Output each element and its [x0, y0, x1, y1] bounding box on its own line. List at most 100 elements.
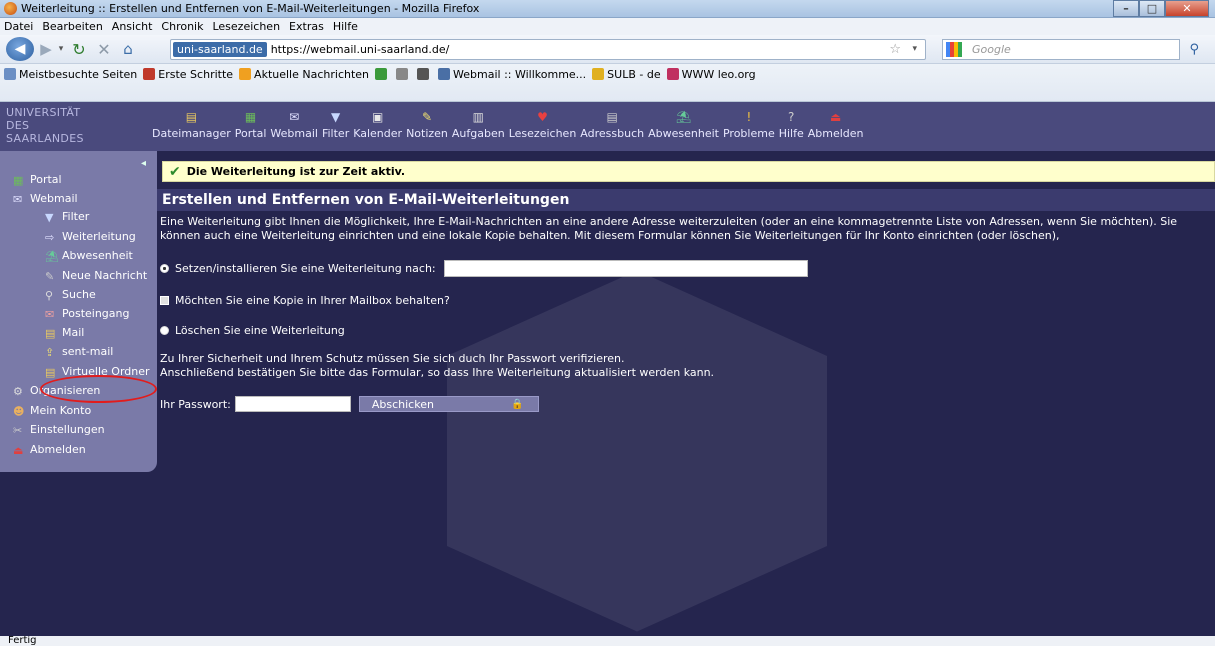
toolbar-lesezeichen[interactable]: ♥ Lesezeichen	[509, 109, 577, 140]
minimize-button[interactable]: –	[1113, 0, 1139, 17]
menu-chronik[interactable]: Chronik	[161, 20, 203, 33]
reload-icon[interactable]: ↻	[66, 40, 92, 59]
portal-icon: ▦	[244, 110, 257, 124]
toolbar-label: Kalender	[353, 127, 403, 140]
bookmark-item[interactable]: WWW leo.org	[666, 68, 756, 81]
submit-label: Abschicken	[371, 397, 434, 411]
university-seal-watermark	[447, 270, 827, 632]
university-logo[interactable]: UNIVERSITÄT DES SAARLANDES	[6, 106, 84, 145]
bookmark-item[interactable]	[417, 68, 432, 80]
status-bar: Fertig	[0, 636, 1215, 646]
forward-address-input[interactable]	[443, 260, 808, 277]
webmail-header: UNIVERSITÄT DES SAARLANDES ▤ Dateimanager…	[0, 102, 1215, 151]
bookmark-item[interactable]	[375, 68, 390, 80]
sidebar-item-abmelden[interactable]: ⏏ Abmelden	[13, 441, 86, 458]
history-dropdown-icon[interactable]: ▾	[56, 44, 66, 54]
security-note: Zu Ihrer Sicherheit und Ihrem Schutz müs…	[160, 352, 714, 380]
toolbar-portal[interactable]: ▦ Portal	[235, 109, 267, 140]
bookmark-item[interactable]: SULB - de	[592, 68, 661, 81]
sidebar-item-label: Abmelden	[30, 443, 86, 456]
toolbar-dateimanager[interactable]: ▤ Dateimanager	[152, 109, 231, 140]
sidebar-item-einstellungen[interactable]: ✂ Einstellungen	[13, 421, 105, 438]
toolbar-label: Abwesenheit	[648, 127, 719, 140]
sidebar-item-label: Posteingang	[62, 307, 130, 320]
google-icon[interactable]	[946, 41, 962, 57]
sidebar-item-sent-mail[interactable]: ⇪ sent-mail	[45, 343, 113, 360]
sidebar-item-label: Filter	[62, 210, 90, 223]
toolbar-label: Hilfe	[778, 127, 804, 140]
bookmark-label: Webmail :: Willkomme...	[453, 67, 587, 81]
menu-lesezeichen[interactable]: Lesezeichen	[212, 20, 280, 33]
menu-hilfe[interactable]: Hilfe	[333, 20, 358, 33]
delete-forward-radio[interactable]	[160, 326, 169, 335]
search-icon[interactable]: ⚲	[1189, 42, 1199, 57]
bookmark-item[interactable]: Meistbesuchte Seiten	[4, 68, 137, 81]
back-button[interactable]: ◀	[6, 37, 34, 61]
submit-button[interactable]: Abschicken 🔒	[358, 396, 539, 412]
delete-forward-label: Löschen Sie eine Weiterleitung	[175, 324, 345, 337]
toolbar-filter[interactable]: ▼ Filter	[322, 109, 349, 140]
password-row: Ihr Passwort: Abschicken 🔒	[160, 396, 539, 412]
forward-button[interactable]: ▶	[36, 40, 56, 58]
sidebar-item-mein-konto[interactable]: ☻ Mein Konto	[13, 402, 91, 419]
toolbar-kalender[interactable]: ▣ Kalender	[353, 109, 402, 140]
bookmark-icon	[239, 68, 252, 80]
app-toolbar: ▤ Dateimanager ▦ Portal ✉ Webmail ▼ Filter ▣ Kale…	[150, 109, 866, 140]
toolbar-notizen[interactable]: ✎ Notizen	[406, 109, 448, 140]
toolbar-abwesenheit[interactable]: ⛱ Abwesenheit	[648, 109, 719, 140]
browser-window: Weiterleitung :: Erstellen und Entfernen…	[0, 0, 1215, 646]
sidebar-item-suche[interactable]: ⚲ Suche	[45, 286, 96, 303]
sidebar-item-filter[interactable]: ▼ Filter	[45, 208, 89, 225]
bookmark-item[interactable]: Webmail :: Willkomme...	[438, 68, 586, 81]
bookmark-icon	[143, 68, 156, 80]
stop-icon[interactable]: ✕	[92, 40, 116, 59]
collapse-sidebar-icon[interactable]: ◂	[141, 158, 146, 169]
keep-copy-checkbox[interactable]	[160, 296, 169, 305]
bookmark-star-icon[interactable]: ☆	[889, 42, 901, 57]
menu-ansicht[interactable]: Ansicht	[112, 20, 153, 33]
menu-datei[interactable]: Datei	[4, 20, 33, 33]
bookmark-item[interactable]: Erste Schritte	[143, 68, 233, 81]
bookmark-icon	[375, 68, 388, 80]
menu-extras[interactable]: Extras	[289, 20, 324, 33]
sidebar-item-label: Einstellungen	[30, 423, 105, 436]
sidebar-item-webmail[interactable]: ✉ Webmail	[13, 190, 78, 207]
close-button[interactable]: ✕	[1165, 0, 1209, 17]
site-identity-badge[interactable]: uni-saarland.de	[173, 41, 267, 57]
toolbar-abmelden[interactable]: ⏏ Abmelden	[808, 109, 864, 140]
toolbar-webmail[interactable]: ✉ Webmail	[270, 109, 318, 140]
toolbar-label: Adressbuch	[580, 127, 645, 140]
portal-icon: ▦	[13, 173, 24, 187]
toolbar-hilfe[interactable]: ? Hilfe	[779, 109, 804, 140]
url-bar[interactable]: uni-saarland.de https://webmail.uni-saar…	[170, 38, 926, 60]
checkmark-icon: ✔	[169, 163, 181, 180]
window-controls: – □ ✕	[1113, 0, 1209, 17]
menu-bearbeiten[interactable]: Bearbeiten	[42, 20, 102, 33]
bookmark-item[interactable]: Aktuelle Nachrichten	[239, 68, 369, 81]
toolbar-probleme[interactable]: ! Probleme	[723, 109, 775, 140]
filter-icon: ▼	[330, 110, 341, 124]
password-input[interactable]	[234, 396, 351, 412]
sidebar-item-posteingang[interactable]: ✉ Posteingang	[45, 305, 130, 322]
sidebar-item-portal[interactable]: ▦ Portal	[13, 171, 62, 188]
sidebar-item-mail[interactable]: ▤ Mail	[45, 324, 84, 341]
toolbar-adressbuch[interactable]: ▤ Adressbuch	[580, 109, 644, 140]
sidebar-item-neue-nachricht[interactable]: ✎ Neue Nachricht	[45, 267, 147, 284]
bookmark-item[interactable]	[396, 68, 411, 80]
home-icon[interactable]: ⌂	[116, 40, 140, 58]
toolbar-aufgaben[interactable]: ▥ Aufgaben	[452, 109, 505, 140]
filter-icon: ▼	[45, 210, 54, 224]
set-forward-radio[interactable]	[160, 264, 169, 273]
bookmark-label: Aktuelle Nachrichten	[254, 67, 370, 81]
forward-arrow-icon: ⇨	[45, 230, 55, 244]
maximize-button[interactable]: □	[1139, 0, 1165, 17]
addressbook-icon: ▤	[606, 110, 618, 124]
title-bar: Weiterleitung :: Erstellen und Entfernen…	[0, 0, 1215, 18]
sidebar-item-abwesenheit[interactable]: ⛱ Abwesenheit	[45, 247, 133, 264]
url-dropdown-icon[interactable]: ▾	[912, 44, 917, 54]
sidebar-item-weiterleitung[interactable]: ⇨ Weiterleitung	[45, 228, 136, 245]
user-icon: ☻	[13, 404, 25, 418]
search-bar[interactable]: Google ⚲	[942, 38, 1199, 60]
search-placeholder[interactable]: Google	[972, 43, 1011, 56]
url-text[interactable]: https://webmail.uni-saarland.de/	[271, 43, 450, 56]
